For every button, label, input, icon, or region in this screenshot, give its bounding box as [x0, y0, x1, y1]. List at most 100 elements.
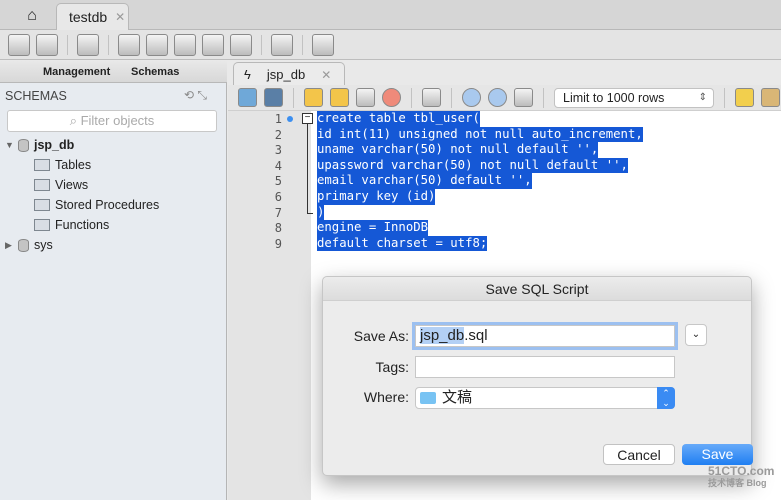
rollback-icon[interactable] [488, 88, 507, 107]
cancel-button[interactable]: Cancel [603, 444, 675, 465]
home-icon[interactable]: ⌂ [14, 4, 50, 28]
beautify-icon[interactable] [761, 88, 780, 107]
tree-label: Stored Procedures [55, 198, 160, 212]
new-sql-tab-icon[interactable] [8, 33, 30, 56]
close-icon[interactable]: ✕ [321, 68, 331, 82]
fold-line [307, 124, 313, 214]
code-line[interactable]: email varchar(50) default '', [317, 173, 532, 189]
line-number: 9 [274, 236, 282, 251]
schema-label: jsp_db [34, 138, 75, 152]
execute-current-icon[interactable] [330, 88, 349, 107]
functions-icon [34, 219, 50, 231]
create-procedure-icon[interactable] [202, 33, 224, 56]
explain-icon[interactable] [356, 88, 375, 107]
watermark-line2: 技术博客 Blog [708, 478, 767, 488]
code-line[interactable]: uname varchar(50) not null default '', [317, 142, 599, 158]
save-icon[interactable] [264, 88, 283, 107]
watermark-line1: 51CTO.com [708, 464, 775, 478]
autocommit-icon[interactable] [514, 88, 533, 107]
stop-icon[interactable] [382, 88, 401, 107]
filter-input[interactable]: ⌕ Filter objects [7, 110, 217, 132]
tree-item-tables[interactable]: Tables [34, 158, 91, 172]
folder-icon [420, 392, 436, 404]
add-snippet-icon[interactable] [735, 88, 754, 107]
code-line[interactable]: upassword varchar(50) not null default '… [317, 157, 628, 174]
main-toolbar [0, 30, 781, 60]
editor-toolbar: Limit to 1000 rows ⇕ [228, 85, 781, 111]
create-view-icon[interactable] [174, 33, 196, 56]
tab-label: jsp_db [266, 67, 306, 82]
views-icon [34, 179, 50, 191]
selected-text: jsp_db [420, 327, 465, 344]
sidebar: Management Schemas SCHEMAS ⟲ ⤡ ⌕ Filter … [0, 61, 227, 500]
limit-value: Limit to 1000 rows [563, 90, 665, 105]
open-file-icon[interactable] [238, 88, 257, 107]
schema-label: sys [34, 238, 53, 252]
open-sql-file-icon[interactable] [36, 33, 58, 56]
tree-label: Tables [55, 158, 92, 172]
limit-rows-select[interactable]: Limit to 1000 rows ⇕ [554, 87, 714, 108]
line-number: 4 [274, 158, 282, 173]
dialog-title: Save SQL Script [323, 277, 751, 301]
schema-sys[interactable]: ▶ sys [5, 238, 53, 252]
create-function-icon[interactable] [230, 33, 252, 56]
filter-placeholder: Filter objects [80, 113, 155, 128]
tab-management[interactable]: Management [43, 66, 110, 78]
save-as-label: Save As: [353, 328, 409, 344]
tree-label: Functions [55, 218, 110, 232]
line-number: 2 [274, 127, 282, 142]
procedures-icon [34, 199, 50, 211]
tree-item-functions[interactable]: Functions [34, 218, 109, 232]
statement-marker-icon [287, 116, 293, 122]
line-number: 8 [274, 221, 282, 236]
save-as-input[interactable]: jsp_db.sql [415, 325, 675, 347]
reconnect-icon[interactable] [312, 33, 334, 56]
stepper-icon: ⇕ [698, 91, 707, 103]
create-schema-icon[interactable] [118, 33, 140, 56]
line-number: 5 [274, 174, 282, 189]
extension-text: .sql [464, 327, 488, 344]
database-icon [18, 238, 29, 252]
create-table-icon[interactable] [146, 33, 168, 56]
tab-schemas[interactable]: Schemas [131, 66, 179, 78]
schema-jsp-db[interactable]: ▼ jsp_db [5, 138, 74, 152]
close-icon[interactable]: ✕ [115, 10, 125, 24]
where-select[interactable]: 文稿 ⌃ ⌄ [415, 387, 675, 409]
code-line[interactable]: primary key (id) [317, 189, 436, 205]
line-number: 3 [274, 143, 282, 158]
inspector-icon[interactable] [77, 33, 99, 56]
refresh-icon[interactable]: ⟲ ⤡ [184, 88, 207, 103]
lightning-icon: ϟ [244, 67, 251, 82]
fold-icon[interactable]: − [302, 113, 313, 124]
stepper-icon: ⌃ ⌄ [657, 387, 675, 409]
save-button[interactable]: Save [682, 444, 753, 465]
expand-dialog-button[interactable]: ⌄ [685, 324, 707, 346]
line-number: 7 [274, 205, 282, 220]
code-line[interactable]: create table tbl_user( [317, 111, 480, 127]
tree-item-views[interactable]: Views [34, 178, 88, 192]
toggle-error-icon[interactable] [422, 88, 441, 107]
where-label: Where: [363, 389, 409, 405]
code-line[interactable]: engine = InnoDB [317, 220, 429, 236]
execute-icon[interactable] [304, 88, 323, 107]
line-number: 1 [274, 112, 282, 126]
code-line[interactable]: ) [317, 204, 325, 221]
collapsed-triangle-icon[interactable]: ▶ [5, 240, 13, 251]
tab-testdb[interactable]: testdb ✕ [56, 3, 129, 30]
expanded-triangle-icon[interactable]: ▼ [5, 140, 14, 150]
sidebar-tabs: Management Schemas [0, 61, 227, 83]
tab-label: testdb [69, 9, 108, 25]
commit-icon[interactable] [462, 88, 481, 107]
search-table-data-icon[interactable] [271, 33, 293, 56]
tags-input[interactable] [415, 356, 675, 378]
window-tab-bar: ⌂ testdb ✕ [0, 0, 781, 30]
watermark: 51CTO.com 技术博客 Blog [708, 465, 774, 489]
tree-label: Views [55, 178, 89, 192]
tables-icon [34, 159, 50, 171]
code-line[interactable]: id int(11) unsigned not null auto_increm… [317, 126, 643, 143]
code-line[interactable]: default charset = utf8; [317, 235, 488, 252]
tree-item-stored-procedures[interactable]: Stored Procedures [34, 198, 159, 212]
tab-jsp-db[interactable]: ϟ jsp_db ✕ [233, 62, 345, 86]
save-sql-script-dialog: Save SQL Script Save As: jsp_db.sql ⌄ Ta… [322, 276, 753, 476]
schemas-header: SCHEMAS [5, 89, 67, 103]
